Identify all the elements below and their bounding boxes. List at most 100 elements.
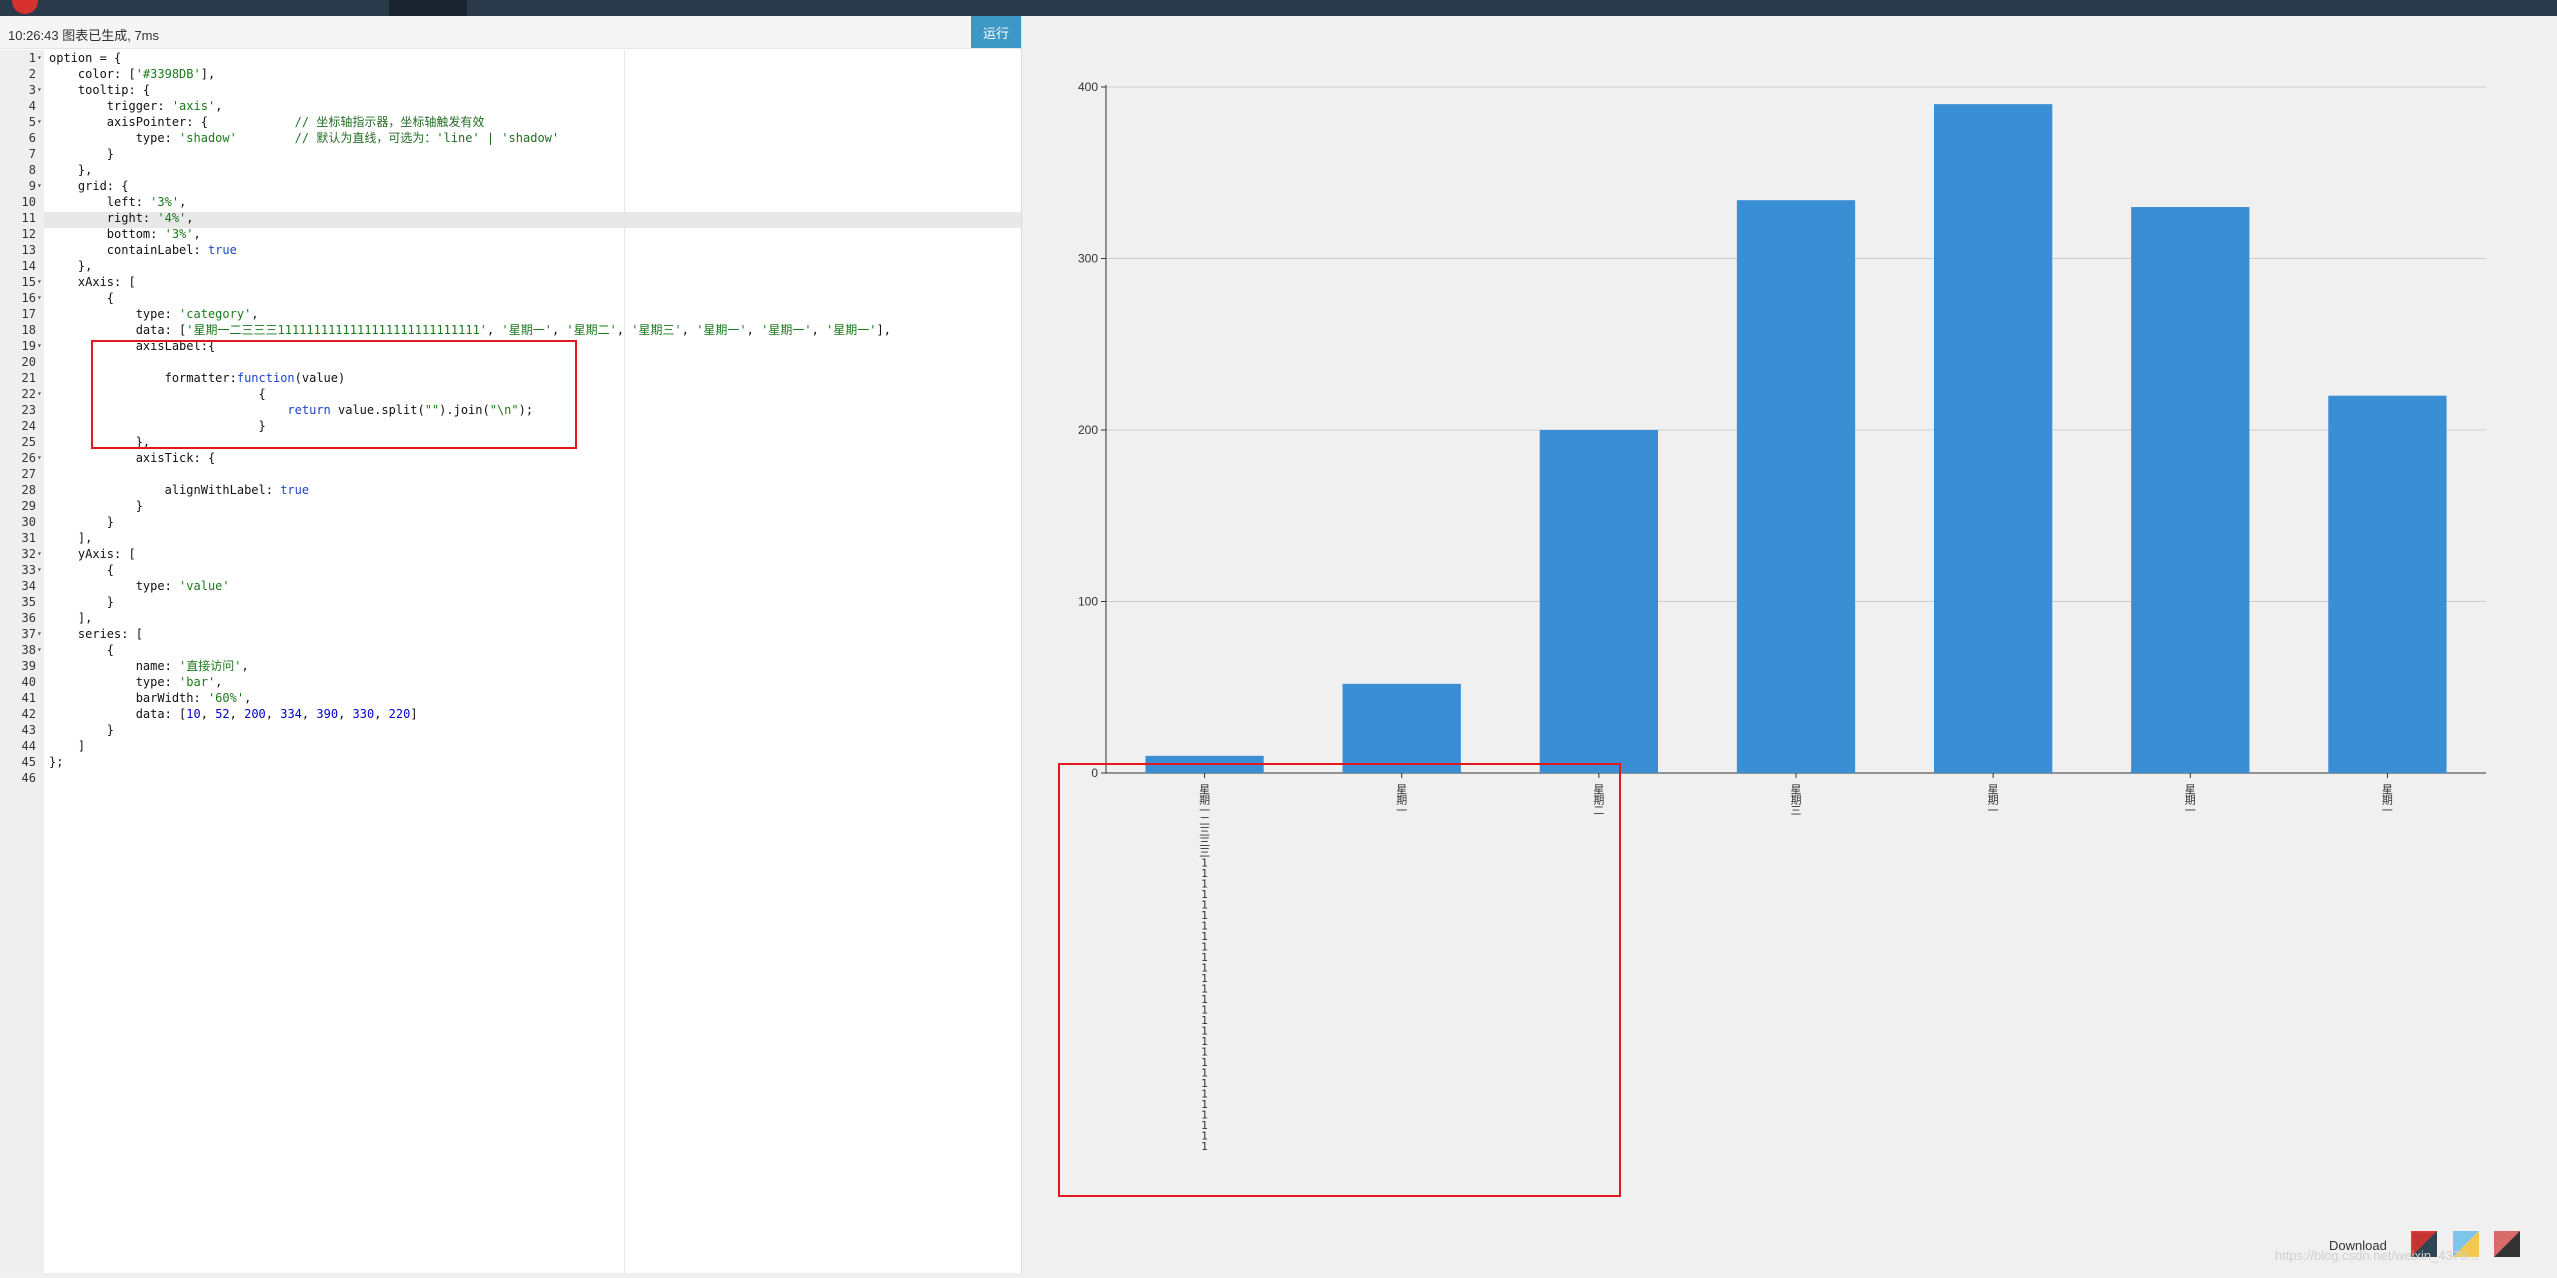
bar [1539, 430, 1658, 773]
fold-arrow-icon[interactable]: ▾ [37, 178, 42, 194]
line-number: 34 [21, 579, 36, 593]
line-number: 13 [21, 243, 36, 257]
fold-arrow-icon[interactable]: ▾ [37, 450, 42, 466]
fold-arrow-icon[interactable]: ▾ [37, 114, 42, 130]
line-number: 27 [21, 467, 36, 481]
code-text: }, [49, 259, 93, 273]
line-number: 30 [21, 515, 36, 529]
line-number: 31 [21, 531, 36, 545]
code-text: data: ['星期一二三三三1111111111111111111111111… [49, 323, 891, 337]
code-text: } [49, 499, 143, 513]
line-number: 36 [21, 611, 36, 625]
line-number: 6 [28, 131, 36, 145]
code-text: alignWithLabel: true [49, 483, 310, 497]
code-text: containLabel: true [49, 243, 237, 257]
line-number: 32 [21, 547, 36, 561]
line-number: 11 [21, 211, 36, 225]
code-text: } [49, 515, 115, 529]
code-text: barWidth: '60%', [49, 691, 252, 705]
editor-panel: 10:26:43 图表已生成, 7ms 运行 1 ▾ option = {2 col… [0, 16, 1021, 1273]
watermark-text: https://blog.csdn.net/weixin_4379... [2275, 1248, 2479, 1263]
fold-arrow-icon[interactable]: ▾ [37, 290, 42, 306]
bar [1342, 683, 1461, 773]
line-number: 2 [28, 67, 36, 81]
line-number: 17 [21, 307, 36, 321]
x-tick-label: 星期一 [2382, 783, 2393, 817]
code-text: data: [10, 52, 200, 334, 390, 330, 220] [49, 707, 418, 721]
bar [1736, 200, 1856, 773]
x-tick-label: 星期三 [1791, 783, 1802, 817]
code-text: } [49, 595, 115, 609]
code-text: right: '4%', [49, 211, 194, 225]
line-number: 40 [21, 675, 36, 689]
line-number: 4 [28, 99, 36, 113]
line-number: 42 [21, 707, 36, 721]
line-number: 22 [21, 387, 36, 401]
code-text: { [49, 563, 115, 577]
code-text: type: 'bar', [49, 675, 223, 689]
line-number: 37 [21, 627, 36, 641]
fold-arrow-icon[interactable]: ▾ [37, 546, 42, 562]
active-tab[interactable] [389, 0, 467, 16]
code-text: series: [ [49, 627, 143, 641]
y-tick-label: 100 [1078, 595, 1098, 609]
code-text: name: '直接访问', [49, 659, 249, 673]
status-text: 10:26:43 图表已生成, 7ms [8, 28, 159, 43]
y-tick-label: 400 [1078, 80, 1098, 94]
run-button[interactable]: 运行 [971, 16, 1021, 48]
status-bar: 10:26:43 图表已生成, 7ms 运行 [0, 16, 1021, 49]
line-number: 20 [21, 355, 36, 369]
theme-thumbnail-vintage[interactable] [2494, 1231, 2520, 1257]
fold-arrow-icon[interactable]: ▾ [37, 626, 42, 642]
print-margin [624, 50, 625, 1273]
line-number: 5 [28, 115, 36, 129]
code-text: axisTick: { [49, 451, 216, 465]
code-text: type: 'category', [49, 307, 259, 321]
line-number: 28 [21, 483, 36, 497]
line-number: 43 [21, 723, 36, 737]
code-text: left: '3%', [49, 195, 187, 209]
code-text: bottom: '3%', [49, 227, 201, 241]
code-text: ], [49, 611, 93, 625]
line-number: 10 [21, 195, 36, 209]
code-text: trigger: 'axis', [49, 99, 223, 113]
x-tick-label: 星期一 [2185, 783, 2196, 817]
fold-arrow-icon[interactable]: ▾ [37, 338, 42, 354]
fold-arrow-icon[interactable]: ▾ [37, 82, 42, 98]
line-number: 23 [21, 403, 36, 417]
fold-arrow-icon[interactable]: ▾ [37, 562, 42, 578]
line-number: 9 [28, 179, 36, 193]
line-number: 35 [21, 595, 36, 609]
code-text: option = { [49, 51, 122, 65]
fold-arrow-icon[interactable]: ▾ [37, 50, 42, 66]
bar [1934, 104, 2053, 773]
code-text: } [49, 147, 115, 161]
fold-arrow-icon[interactable]: ▾ [37, 274, 42, 290]
line-number: 21 [21, 371, 36, 385]
code-editor[interactable]: 1 ▾ option = {2 color: ['#3398DB'], 3 ▾ tool… [0, 50, 1021, 1273]
y-tick-label: 200 [1078, 423, 1098, 437]
line-number: 46 [21, 771, 36, 785]
x-tick-label: 星期一 [1988, 783, 1999, 817]
line-number: 29 [21, 499, 36, 513]
line-number: 15 [21, 275, 36, 289]
fold-arrow-icon[interactable]: ▾ [37, 386, 42, 402]
line-number: 12 [21, 227, 36, 241]
line-number: 7 [28, 147, 36, 161]
fold-arrow-icon[interactable]: ▾ [37, 642, 42, 658]
bar [2131, 207, 2250, 774]
code-text: type: 'shadow' // 默认为直线，可选为：'line' | 'sh… [49, 131, 560, 145]
chart-panel: 0 100 200 300 400 星期一二三三三 1 1 1 1 1 1 1 1 1 1 1 1 1 1 1 1 1 1 1 1… [1021, 16, 2557, 1273]
code-text: } [49, 723, 115, 737]
xaxis-label-highlight-box [1058, 763, 1621, 1197]
code-text: yAxis: [ [49, 547, 136, 561]
line-number: 45 [21, 755, 36, 769]
line-number: 1 [28, 51, 36, 65]
y-tick-label: 300 [1078, 252, 1098, 266]
line-number: 39 [21, 659, 36, 673]
code-text: color: ['#3398DB'], [49, 67, 216, 81]
code-text: tooltip: { [49, 83, 151, 97]
code-text: ] [49, 739, 86, 753]
line-number: 33 [21, 563, 36, 577]
line-number: 24 [21, 419, 36, 433]
